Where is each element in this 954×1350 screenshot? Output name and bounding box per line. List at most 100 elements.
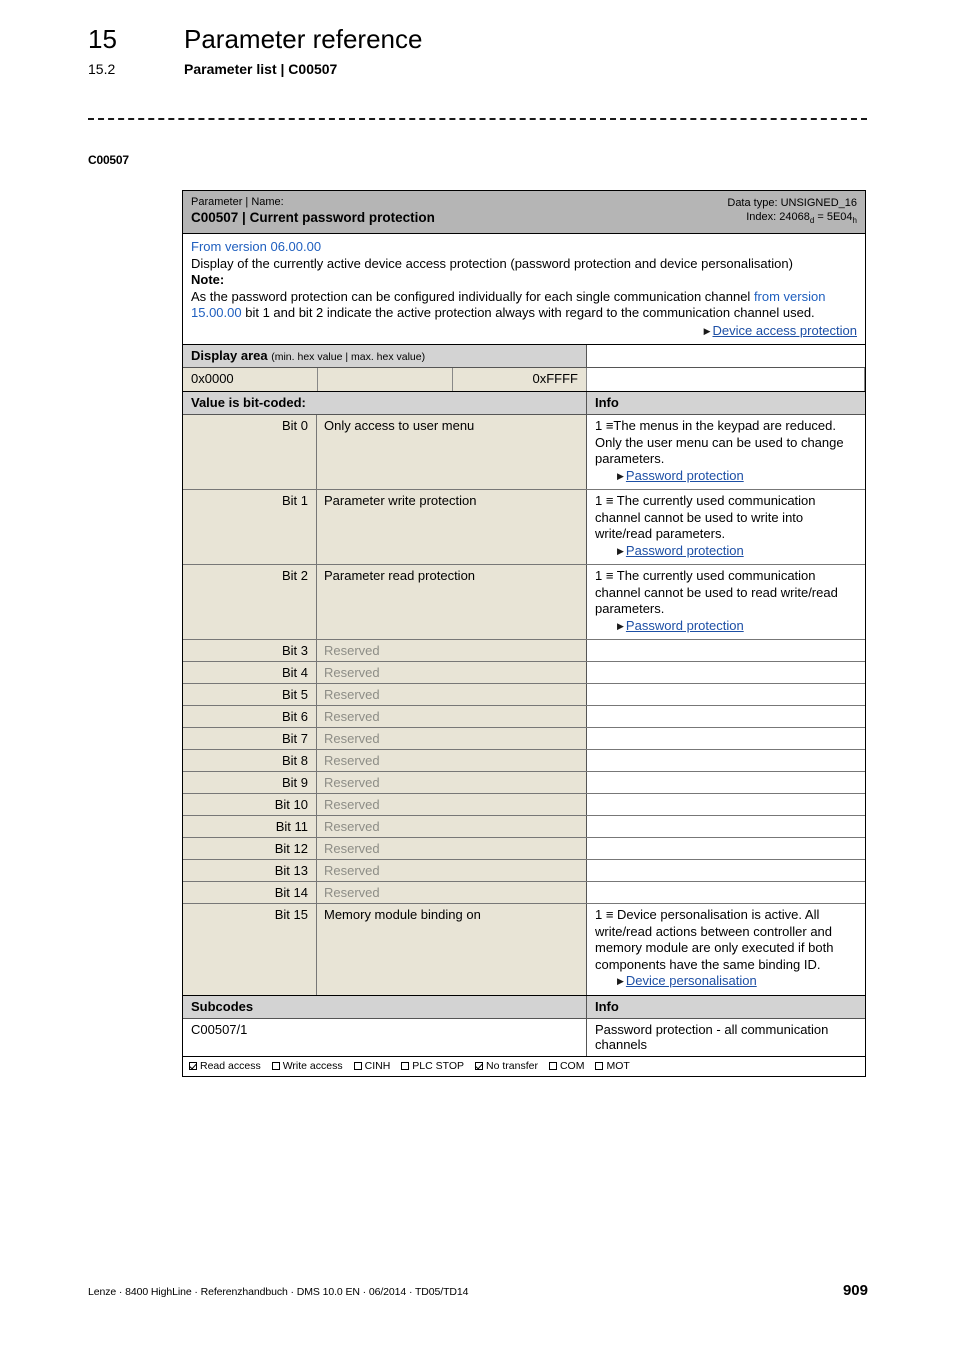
access-flag-label: Write access xyxy=(282,1059,343,1072)
bit-info-text: 1 ≡ The currently used communication cha… xyxy=(595,568,838,617)
bit-name-cell: Reserved xyxy=(317,640,587,662)
device-access-protection-xref-row: ▶ Device access protection xyxy=(191,323,857,341)
triangle-right-icon: ▶ xyxy=(703,325,711,336)
bit-name-cell: Reserved xyxy=(317,816,587,838)
bit-xref-row: ▶ Device personalisation xyxy=(617,973,857,991)
parameter-data-type: Data type: UNSIGNED_16 xyxy=(727,197,857,209)
table-row: Bit 9 Reserved xyxy=(183,772,865,795)
bit-info-cell: 1 ≡The menus in the keypad are reduced. … xyxy=(587,415,865,490)
bit-index-cell: Bit 4 xyxy=(183,662,317,684)
bit-index-cell: Bit 11 xyxy=(183,816,317,838)
bit-info-cell xyxy=(587,816,865,838)
checkbox-unchecked-icon[interactable] xyxy=(548,1061,557,1070)
subcode-info-cell: Password protection - all communication … xyxy=(595,1021,829,1052)
bit-info-cell xyxy=(587,640,865,662)
note-text-part2: bit 1 and bit 2 indicate the active prot… xyxy=(241,305,815,321)
access-flag-item[interactable]: CINH xyxy=(353,1059,391,1072)
device-access-protection-link[interactable]: Device access protection xyxy=(712,323,857,338)
bit-index-cell: Bit 15 xyxy=(183,904,317,995)
bit-xref-link[interactable]: Password protection xyxy=(626,468,744,483)
footer-document-info: Lenze · 8400 HighLine · Referenzhandbuch… xyxy=(88,1286,469,1298)
display-area-subtitle: (min. hex value | max. hex value) xyxy=(271,351,426,364)
bit-index-cell: Bit 14 xyxy=(183,882,317,904)
triangle-right-icon: ▶ xyxy=(617,470,624,481)
checkbox-checked-icon[interactable] xyxy=(475,1061,484,1070)
checkbox-unchecked-icon[interactable] xyxy=(353,1061,362,1070)
from-version-label: From version 06.00.00 xyxy=(191,239,322,255)
bit-index-cell: Bit 6 xyxy=(183,706,317,728)
bit-name-cell: Parameter write protection xyxy=(317,490,587,565)
chapter-heading: 15 Parameter reference xyxy=(88,24,868,55)
bit-index-cell: Bit 0 xyxy=(183,415,317,490)
checkbox-checked-icon[interactable] xyxy=(189,1061,197,1070)
display-area-values-row: 0x0000 0xFFFF xyxy=(183,368,865,393)
bit-name-cell: Reserved xyxy=(317,662,587,684)
subcodes-header-right: Info xyxy=(595,998,619,1014)
table-row: Bit 4 Reserved xyxy=(183,662,865,685)
bit-index-cell: Bit 13 xyxy=(183,860,317,882)
access-flag-item[interactable]: Write access xyxy=(271,1059,343,1072)
subcode-rows-container: C00507/1 Password protection - all commun… xyxy=(183,1018,865,1057)
access-flag-label: No transfer xyxy=(486,1059,538,1072)
subcodes-header-row: Subcodes Info xyxy=(183,994,865,1019)
bit-xref-link[interactable]: Device personalisation xyxy=(626,973,757,988)
bit-index-cell: Bit 10 xyxy=(183,794,317,816)
bit-name-cell: Reserved xyxy=(317,750,587,772)
table-row: Bit 14 Reserved xyxy=(183,882,865,905)
index-equals: = 5E04 xyxy=(814,211,853,223)
display-area-max-value: 0xFFFF xyxy=(453,368,587,392)
parameter-header-left: Parameter | Name: C00507 | Current passw… xyxy=(191,195,435,228)
bit-table-header-left: Value is bit-coded: xyxy=(183,392,587,415)
table-row: Bit 5 Reserved xyxy=(183,684,865,707)
table-row: Bit 1 Parameter write protection 1 ≡ The c… xyxy=(183,490,865,566)
bit-info-cell: 1 ≡ The currently used communication cha… xyxy=(587,565,865,640)
display-area-title: Display area xyxy=(191,348,268,364)
access-flag-item[interactable]: COM xyxy=(548,1059,585,1072)
bit-xref-link[interactable]: Password protection xyxy=(626,543,744,558)
access-flag-label: COM xyxy=(559,1059,585,1072)
checkbox-unchecked-icon[interactable] xyxy=(401,1061,410,1070)
bit-index-cell: Bit 9 xyxy=(183,772,317,794)
access-flag-label: MOT xyxy=(606,1059,630,1072)
table-row: Bit 0 Only access to user menu 1 ≡The menu… xyxy=(183,415,865,491)
bit-index-cell: Bit 5 xyxy=(183,684,317,706)
access-flags-row: Read access Write access CINH PLC STOP No tr… xyxy=(183,1056,865,1076)
bit-info-text: 1 ≡ Device personalisation is active. Al… xyxy=(595,907,834,972)
checkbox-unchecked-icon[interactable] xyxy=(595,1061,604,1070)
bit-xref-link[interactable]: Password protection xyxy=(626,618,744,633)
access-flag-item[interactable]: MOT xyxy=(595,1059,630,1072)
display-area-mid-value xyxy=(318,368,453,392)
bit-info-cell xyxy=(587,860,865,882)
table-row: C00507/1 Password protection - all commun… xyxy=(183,1018,865,1057)
access-flag-item[interactable]: No transfer xyxy=(475,1060,538,1072)
triangle-right-icon: ▶ xyxy=(617,976,624,987)
bit-info-text: 1 ≡The menus in the keypad are reduced. … xyxy=(595,418,844,467)
bit-index-cell: Bit 2 xyxy=(183,565,317,640)
bit-info-cell xyxy=(587,882,865,904)
bit-name-cell: Reserved xyxy=(317,860,587,882)
table-row: Bit 11 Reserved xyxy=(183,816,865,839)
page-footer: Lenze · 8400 HighLine · Referenzhandbuch… xyxy=(88,1282,868,1299)
bit-name-cell: Memory module binding on xyxy=(317,904,587,995)
bit-name-cell: Parameter read protection xyxy=(317,565,587,640)
chapter-number: 15 xyxy=(88,24,117,54)
bit-info-cell xyxy=(587,794,865,816)
bit-xref-row: ▶ Password protection xyxy=(617,618,857,636)
bit-xref-row: ▶ Password protection xyxy=(617,543,857,561)
access-flag-item[interactable]: Read access xyxy=(189,1060,261,1072)
table-row: Bit 8 Reserved xyxy=(183,750,865,773)
access-flag-item[interactable]: PLC STOP xyxy=(401,1060,464,1072)
bit-rows-container: Bit 0 Only access to user menu 1 ≡The menu… xyxy=(183,415,865,995)
access-flag-label: PLC STOP xyxy=(412,1059,465,1072)
parameter-description: Display of the currently active device a… xyxy=(191,255,793,271)
display-area-header-filler xyxy=(587,345,865,368)
bit-table-header-right: Info xyxy=(595,395,619,411)
triangle-right-icon: ▶ xyxy=(617,620,624,631)
access-flag-label: Read access xyxy=(200,1059,261,1072)
bit-info-cell xyxy=(587,706,865,728)
checkbox-unchecked-icon[interactable] xyxy=(271,1061,280,1070)
page-number: 909 xyxy=(842,1282,868,1299)
bit-name-cell: Reserved xyxy=(317,706,587,728)
access-flag-label: CINH xyxy=(364,1059,391,1072)
parameter-name-label: Parameter | Name: xyxy=(191,196,284,208)
